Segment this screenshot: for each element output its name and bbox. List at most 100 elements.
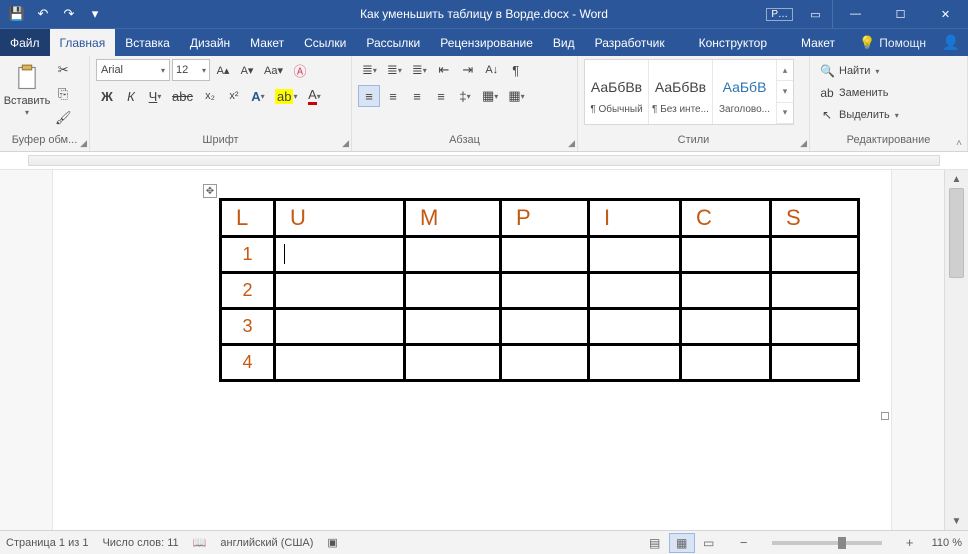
align-left-button[interactable]: ≡ (358, 85, 380, 107)
table-cell[interactable]: S (771, 200, 859, 237)
styles-gallery[interactable]: АаБбВв ¶ Обычный АаБбВв ¶ Без инте... Аа… (584, 59, 794, 125)
table-cell[interactable]: L (221, 200, 275, 237)
style-no-spacing[interactable]: АаБбВв ¶ Без инте... (649, 60, 713, 124)
zoom-slider[interactable] (772, 541, 882, 545)
italic-button[interactable]: К (120, 85, 142, 107)
document-page[interactable]: ✥ L U M P I C S 1 2 3 4 (52, 170, 892, 530)
zoom-out-button[interactable]: − (736, 535, 752, 550)
table-cell[interactable]: I (589, 200, 681, 237)
change-case-button[interactable]: Aa▾ (260, 59, 287, 81)
maximize-button[interactable]: ☐ (878, 0, 923, 28)
decrease-indent-button[interactable]: ⇤ (433, 59, 455, 81)
tell-me-search[interactable]: 💡Помощн (851, 29, 934, 56)
web-layout-button[interactable]: ▭ (696, 533, 722, 553)
tab-design[interactable]: Дизайн (180, 29, 240, 56)
scroll-down-button[interactable]: ▼ (945, 512, 968, 530)
font-color-button[interactable]: A▾ (303, 85, 325, 107)
table-cell[interactable]: 2 (221, 273, 275, 309)
superscript-button[interactable]: x² (223, 85, 245, 107)
table-move-handle[interactable]: ✥ (203, 184, 217, 198)
table-cell[interactable]: C (681, 200, 771, 237)
tab-table-layout[interactable]: Макет (791, 29, 845, 56)
increase-indent-button[interactable]: ⇥ (457, 59, 479, 81)
table-row[interactable]: 3 (221, 309, 859, 345)
tab-insert[interactable]: Вставка (115, 29, 180, 56)
table-cell[interactable]: U (275, 200, 405, 237)
table-row[interactable]: 2 (221, 273, 859, 309)
clear-formatting-button[interactable]: Ⓐ (289, 59, 311, 81)
cut-button[interactable]: ✂ (51, 59, 76, 81)
tab-references[interactable]: Ссылки (294, 29, 356, 56)
align-center-button[interactable]: ≡ (382, 85, 404, 107)
font-name-combo[interactable]: Arial▾ (96, 59, 170, 81)
strikethrough-button[interactable]: abc (168, 85, 197, 107)
horizontal-ruler[interactable] (0, 152, 968, 170)
subscript-button[interactable]: x₂ (199, 85, 221, 107)
scroll-up-button[interactable]: ▲ (945, 170, 968, 188)
tab-layout[interactable]: Макет (240, 29, 294, 56)
zoom-thumb[interactable] (838, 537, 846, 549)
table-row[interactable]: 4 (221, 345, 859, 381)
dialog-launcher-icon[interactable]: ◢ (568, 138, 575, 149)
tab-mailings[interactable]: Рассылки (356, 29, 430, 56)
dialog-launcher-icon[interactable]: ◢ (800, 138, 807, 149)
close-button[interactable]: ✕ (923, 0, 968, 28)
borders-button[interactable]: ▦▾ (504, 85, 528, 107)
shrink-font-button[interactable]: A▾ (236, 59, 258, 81)
table-resize-handle[interactable] (881, 412, 889, 420)
status-language[interactable]: английский (США) (220, 537, 313, 549)
copy-button[interactable]: ⎘ (51, 83, 76, 105)
table-row[interactable]: 1 (221, 237, 859, 273)
vertical-scrollbar[interactable]: ▲ ▼ (944, 170, 968, 530)
collapse-ribbon-button[interactable]: ˄ (956, 138, 962, 149)
sort-button[interactable]: A↓ (481, 59, 503, 81)
tab-review[interactable]: Рецензирование (430, 29, 543, 56)
tab-home[interactable]: Главная (50, 29, 116, 56)
tab-file[interactable]: Файл (0, 29, 50, 56)
document-table[interactable]: L U M P I C S 1 2 3 4 (219, 198, 860, 382)
find-button[interactable]: 🔍Найти▾ (816, 61, 903, 81)
table-cell[interactable]: 4 (221, 345, 275, 381)
share-button[interactable]: 👤 (934, 29, 968, 56)
show-marks-button[interactable]: ¶ (505, 59, 527, 81)
style-heading1[interactable]: АаБбВ Заголово... (713, 60, 777, 124)
bullets-button[interactable]: ≣▾ (358, 59, 381, 81)
macro-record-icon[interactable]: ▣ (327, 536, 337, 549)
status-page[interactable]: Страница 1 из 1 (6, 537, 88, 549)
undo-button[interactable]: ↶ (32, 3, 54, 25)
numbering-button[interactable]: ≣▾ (383, 59, 406, 81)
line-spacing-button[interactable]: ‡▾ (454, 85, 476, 107)
select-button[interactable]: ↖Выделить▾ (816, 105, 903, 125)
underline-button[interactable]: Ч▾ (144, 85, 166, 107)
dialog-launcher-icon[interactable]: ◢ (342, 138, 349, 149)
status-word-count[interactable]: Число слов: 11 (102, 537, 178, 549)
table-cell[interactable]: 3 (221, 309, 275, 345)
redo-button[interactable]: ↷ (58, 3, 80, 25)
shading-button[interactable]: ▦▾ (478, 85, 502, 107)
align-right-button[interactable]: ≡ (406, 85, 428, 107)
table-row[interactable]: L U M P I C S (221, 200, 859, 237)
save-button[interactable]: 💾 (6, 3, 28, 25)
grow-font-button[interactable]: A▴ (212, 59, 234, 81)
tab-view[interactable]: Вид (543, 29, 585, 56)
qat-customize-button[interactable]: ▾ (84, 3, 106, 25)
read-mode-button[interactable]: ▤ (642, 533, 668, 553)
paste-button[interactable]: Вставить▾ (6, 59, 48, 125)
multilevel-list-button[interactable]: ≣▾ (408, 59, 431, 81)
dialog-launcher-icon[interactable]: ◢ (80, 138, 87, 149)
style-normal[interactable]: АаБбВв ¶ Обычный (585, 60, 649, 124)
table-cell[interactable]: M (405, 200, 501, 237)
tab-developer[interactable]: Разработчик (585, 29, 675, 56)
minimize-button[interactable]: — (833, 0, 878, 28)
zoom-level[interactable]: 110 % (932, 537, 962, 549)
format-painter-button[interactable]: 🖌 (51, 107, 76, 129)
styles-scroll[interactable]: ▴▾▾ (777, 60, 793, 124)
table-cell[interactable]: P (501, 200, 589, 237)
ribbon-display-options-button[interactable]: ▭ (799, 0, 833, 28)
replace-button[interactable]: abЗаменить (816, 83, 903, 103)
table-cell[interactable]: 1 (221, 237, 275, 273)
zoom-in-button[interactable]: + (902, 535, 918, 550)
highlight-button[interactable]: ab▾ (271, 85, 301, 107)
bold-button[interactable]: Ж (96, 85, 118, 107)
profile-badge[interactable]: Р… (766, 8, 793, 21)
